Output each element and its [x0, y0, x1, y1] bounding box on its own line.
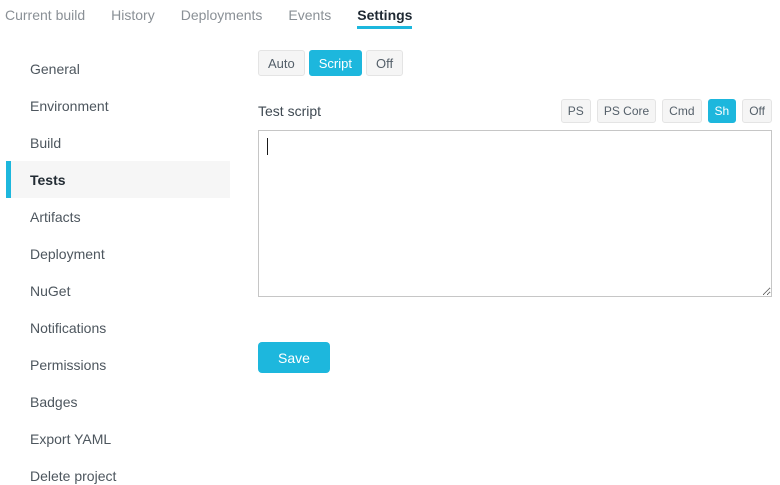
- mode-option-auto[interactable]: Auto: [258, 50, 305, 76]
- sidebar-item-badges[interactable]: Badges: [6, 383, 230, 420]
- lang-option-ps[interactable]: PS: [561, 99, 591, 123]
- script-language-toggle: PS PS Core Cmd Sh Off: [561, 99, 772, 123]
- sidebar-item-permissions[interactable]: Permissions: [6, 346, 230, 383]
- sidebar-item-deployment[interactable]: Deployment: [6, 235, 230, 272]
- tab-deployments[interactable]: Deployments: [181, 7, 263, 29]
- test-script-editor: [258, 130, 772, 297]
- lang-option-ps-core[interactable]: PS Core: [597, 99, 656, 123]
- sidebar-item-tests[interactable]: Tests: [6, 161, 230, 198]
- sidebar-item-environment[interactable]: Environment: [6, 87, 230, 124]
- test-script-label: Test script: [258, 103, 321, 119]
- sidebar-item-notifications[interactable]: Notifications: [6, 309, 230, 346]
- sidebar-item-general[interactable]: General: [6, 50, 230, 87]
- sidebar-item-export-yaml[interactable]: Export YAML: [6, 420, 230, 457]
- tab-current-build[interactable]: Current build: [5, 7, 85, 29]
- tab-history[interactable]: History: [111, 7, 155, 29]
- sidebar-item-delete-project[interactable]: Delete project: [6, 457, 230, 485]
- tab-events[interactable]: Events: [288, 7, 331, 29]
- save-button[interactable]: Save: [258, 342, 330, 373]
- lang-option-sh[interactable]: Sh: [708, 99, 737, 123]
- settings-layout: General Environment Build Tests Artifact…: [0, 50, 780, 485]
- test-script-header: Test script PS PS Core Cmd Sh Off: [258, 98, 772, 124]
- mode-option-script[interactable]: Script: [309, 50, 362, 76]
- lang-option-cmd[interactable]: Cmd: [662, 99, 701, 123]
- mode-option-off[interactable]: Off: [366, 50, 403, 76]
- tab-settings[interactable]: Settings: [357, 7, 412, 29]
- sidebar-item-artifacts[interactable]: Artifacts: [6, 198, 230, 235]
- sidebar-item-build[interactable]: Build: [6, 124, 230, 161]
- sidebar-item-nuget[interactable]: NuGet: [6, 272, 230, 309]
- test-script-textarea[interactable]: [258, 130, 772, 297]
- tests-settings-panel: Auto Script Off Test script PS PS Core C…: [258, 50, 772, 485]
- settings-sidebar: General Environment Build Tests Artifact…: [0, 50, 230, 485]
- lang-option-off[interactable]: Off: [742, 99, 772, 123]
- test-mode-toggle: Auto Script Off: [258, 50, 772, 76]
- top-nav: Current build History Deployments Events…: [0, 0, 780, 29]
